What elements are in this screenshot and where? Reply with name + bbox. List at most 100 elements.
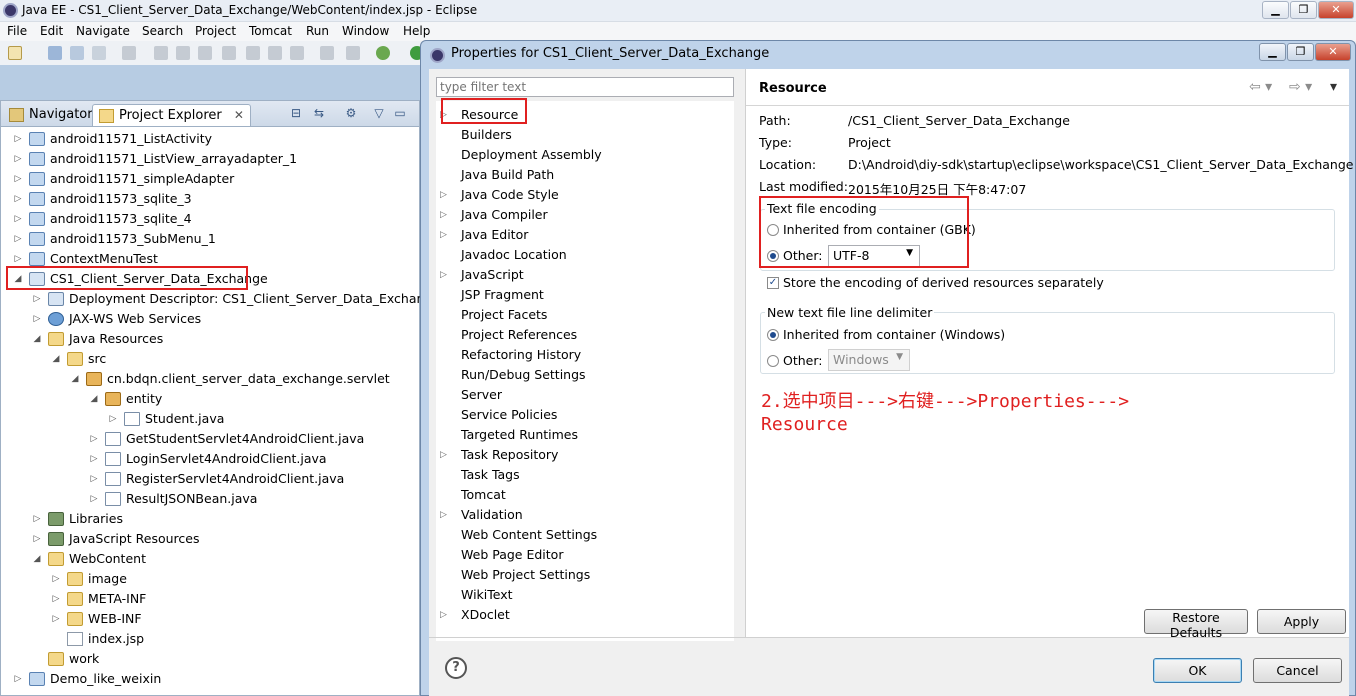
category-item[interactable]: Refactoring History <box>436 345 734 365</box>
expand-arrow-icon[interactable]: ▷ <box>89 429 99 449</box>
use-step-filters-icon[interactable] <box>346 46 360 60</box>
close-button[interactable]: ✕ <box>1318 1 1354 19</box>
expand-arrow-icon[interactable]: ▷ <box>13 189 23 209</box>
category-item[interactable]: Deployment Assembly <box>436 145 734 165</box>
page-menu-icon[interactable]: ▾ <box>1330 79 1337 95</box>
drop-to-frame-icon[interactable] <box>320 46 334 60</box>
save-all-icon[interactable] <box>70 46 84 60</box>
category-item[interactable]: ▷ XDoclet <box>436 605 734 625</box>
expand-arrow-icon[interactable]: ▷ <box>440 105 447 125</box>
debug-icon[interactable] <box>376 46 390 60</box>
category-item[interactable]: Run/Debug Settings <box>436 365 734 385</box>
expand-arrow-icon[interactable]: ▷ <box>440 225 447 245</box>
category-item[interactable]: Tomcat <box>436 485 734 505</box>
menu-run[interactable]: Run <box>306 24 329 38</box>
category-item[interactable]: Server <box>436 385 734 405</box>
link-with-editor-icon[interactable]: ⇆ <box>311 106 327 122</box>
collapse-all-icon[interactable]: ⊟ <box>288 106 304 122</box>
expand-arrow-icon[interactable]: ▷ <box>51 589 61 609</box>
category-item[interactable]: Builders <box>436 125 734 145</box>
step-over-icon[interactable] <box>268 46 282 60</box>
category-item[interactable]: ▷ Java Editor <box>436 225 734 245</box>
disconnect-icon[interactable] <box>222 46 236 60</box>
expand-arrow-icon[interactable]: ▷ <box>13 229 23 249</box>
category-item[interactable]: Task Tags <box>436 465 734 485</box>
expand-arrow-icon[interactable]: ▷ <box>89 449 99 469</box>
encoding-select[interactable]: UTF-8 ▼ <box>828 245 920 267</box>
store-derived-checkbox[interactable]: ✓ <box>767 277 779 289</box>
save-icon[interactable] <box>48 46 62 60</box>
tab-project-explorer[interactable]: Project Explorer ✕ <box>92 104 251 126</box>
menu-edit[interactable]: Edit <box>40 24 63 38</box>
delimiter-other-radio[interactable] <box>767 355 779 367</box>
expand-arrow-icon[interactable]: ▷ <box>32 289 42 309</box>
category-item[interactable]: ▷ Java Code Style <box>436 185 734 205</box>
expand-arrow-icon[interactable]: ▷ <box>440 265 447 285</box>
view-menu-icon[interactable]: ▽ <box>371 106 387 122</box>
filters-icon[interactable]: ⚙ <box>343 106 359 122</box>
store-derived-label[interactable]: Store the encoding of derived resources … <box>783 275 1104 290</box>
dialog-close-button[interactable]: ✕ <box>1315 43 1351 61</box>
expand-arrow-icon[interactable]: ▷ <box>440 605 447 625</box>
category-item[interactable]: Java Build Path <box>436 165 734 185</box>
resume-icon[interactable] <box>154 46 168 60</box>
apply-button[interactable]: Apply <box>1257 609 1346 634</box>
back-arrow-icon[interactable]: ⇦ ▾ <box>1249 79 1272 95</box>
collapse-arrow-icon[interactable]: ◢ <box>89 389 99 409</box>
expand-arrow-icon[interactable]: ▷ <box>13 129 23 149</box>
cancel-button[interactable]: Cancel <box>1253 658 1342 683</box>
category-item[interactable]: WikiText <box>436 585 734 605</box>
category-item[interactable]: Targeted Runtimes <box>436 425 734 445</box>
print-icon[interactable] <box>92 46 106 60</box>
expand-arrow-icon[interactable]: ▷ <box>13 169 23 189</box>
minimize-button[interactable]: ▁ <box>1262 1 1289 19</box>
encoding-inherited-label[interactable]: Inherited from container (GBK) <box>783 222 976 237</box>
menu-project[interactable]: Project <box>195 24 236 38</box>
category-item[interactable]: Javadoc Location <box>436 245 734 265</box>
new-icon[interactable] <box>8 46 22 60</box>
expand-arrow-icon[interactable]: ▷ <box>13 669 23 689</box>
step-return-icon[interactable] <box>290 46 304 60</box>
category-item[interactable]: Web Page Editor <box>436 545 734 565</box>
category-item[interactable]: Web Content Settings <box>436 525 734 545</box>
expand-arrow-icon[interactable]: ▷ <box>13 209 23 229</box>
menu-search[interactable]: Search <box>142 24 183 38</box>
collapse-arrow-icon[interactable]: ◢ <box>51 349 61 369</box>
menu-window[interactable]: Window <box>342 24 389 38</box>
encoding-other-radio[interactable] <box>767 250 779 262</box>
menu-file[interactable]: File <box>7 24 27 38</box>
filter-input[interactable] <box>436 77 734 97</box>
category-item[interactable]: ▷ Resource <box>436 105 734 125</box>
expand-arrow-icon[interactable]: ▷ <box>108 409 118 429</box>
suspend-icon[interactable] <box>176 46 190 60</box>
encoding-other-label[interactable]: Other: <box>783 248 822 263</box>
category-item[interactable]: ▷ JavaScript <box>436 265 734 285</box>
collapse-arrow-icon[interactable]: ◢ <box>32 549 42 569</box>
expand-arrow-icon[interactable]: ▷ <box>32 309 42 329</box>
category-item[interactable]: Web Project Settings <box>436 565 734 585</box>
expand-arrow-icon[interactable]: ▷ <box>440 185 447 205</box>
category-item[interactable]: ▷ Task Repository <box>436 445 734 465</box>
maximize-button[interactable]: ❐ <box>1290 1 1317 19</box>
expand-arrow-icon[interactable]: ▷ <box>51 569 61 589</box>
menu-tomcat[interactable]: Tomcat <box>249 24 292 38</box>
encoding-inherited-radio[interactable] <box>767 224 779 236</box>
category-item[interactable]: ▷ Java Compiler <box>436 205 734 225</box>
expand-arrow-icon[interactable]: ▷ <box>89 489 99 509</box>
menu-help[interactable]: Help <box>403 24 430 38</box>
menu-navigate[interactable]: Navigate <box>76 24 130 38</box>
category-item[interactable]: JSP Fragment <box>436 285 734 305</box>
help-icon[interactable]: ? <box>445 657 467 679</box>
skip-breakpoints-icon[interactable] <box>122 46 136 60</box>
collapse-arrow-icon[interactable]: ◢ <box>32 329 42 349</box>
expand-arrow-icon[interactable]: ▷ <box>32 509 42 529</box>
terminate-icon[interactable] <box>198 46 212 60</box>
expand-arrow-icon[interactable]: ▷ <box>89 469 99 489</box>
category-item[interactable]: Project Facets <box>436 305 734 325</box>
collapse-arrow-icon[interactable]: ◢ <box>70 369 80 389</box>
step-into-icon[interactable] <box>246 46 260 60</box>
dialog-maximize-button[interactable]: ❐ <box>1287 43 1314 61</box>
expand-arrow-icon[interactable]: ▷ <box>32 529 42 549</box>
expand-arrow-icon[interactable]: ▷ <box>440 505 447 525</box>
expand-arrow-icon[interactable]: ▷ <box>13 149 23 169</box>
